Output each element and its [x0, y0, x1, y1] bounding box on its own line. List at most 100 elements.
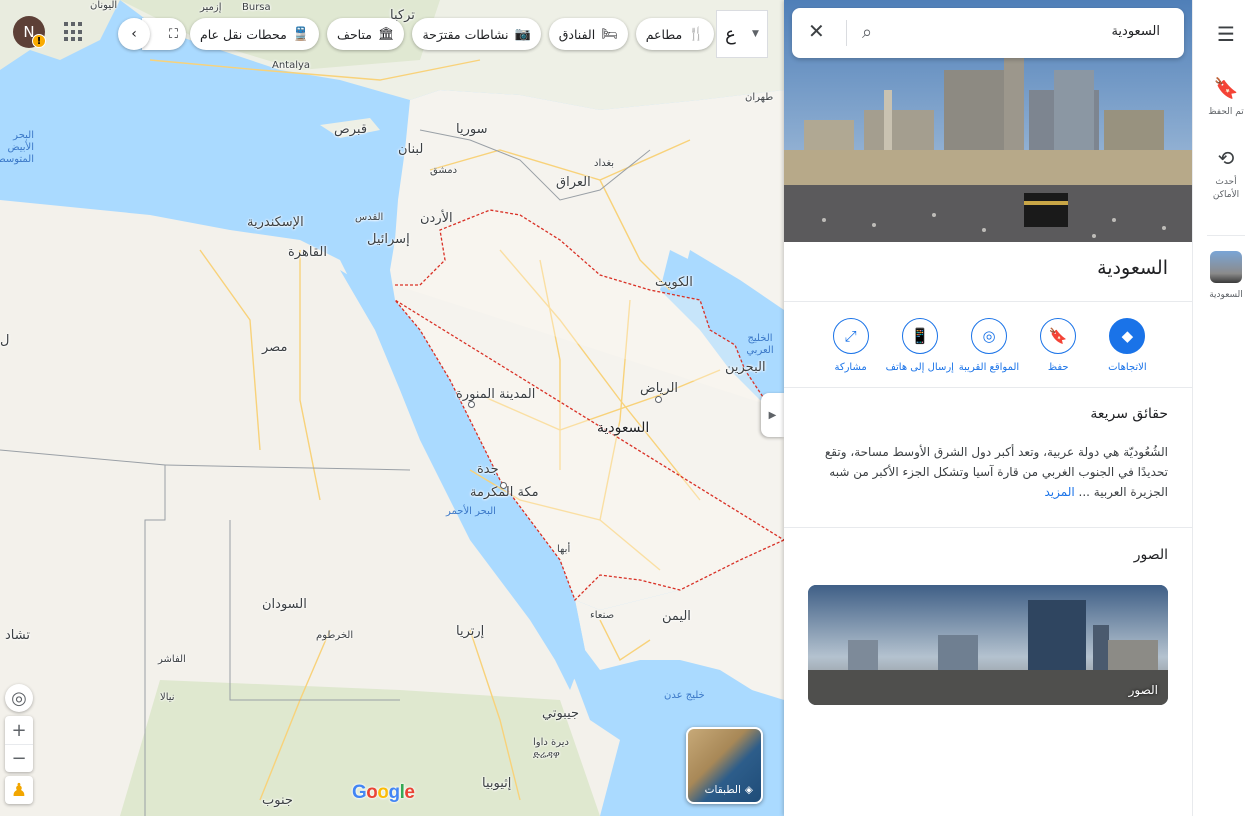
map-label-red-sea: البحر الأحمر [446, 506, 496, 517]
photos-title: الصور [1133, 547, 1168, 563]
museum-icon: 🏛 [377, 26, 395, 42]
action-label: مشاركة [834, 362, 867, 373]
rail-saved-label: تم الحفظ [1208, 107, 1244, 117]
google-logo: Google [352, 782, 415, 803]
rail-divider [1207, 235, 1245, 236]
save-button[interactable]: 🔖 حفظ [1024, 318, 1093, 373]
photo-illustration [808, 585, 1168, 705]
map-label-dire-dawa: ديرة داوا [533, 737, 570, 748]
map-label-dire-dawa-2: ድሬዳዋ [533, 750, 560, 761]
hotel-icon: 🛏 [601, 26, 618, 42]
map-label-med-sea: البحر الأبيض المتوسط [0, 130, 34, 165]
layers-text: الطبقات [704, 784, 741, 796]
bookmark-icon: 🔖 [1213, 76, 1239, 100]
chip-label: نشاطات مقترَحة [422, 26, 509, 42]
search-icon[interactable]: ⌕ [862, 22, 872, 43]
map-label-jeddah: جدة [477, 462, 499, 477]
map-label-damascus: دمشق [430, 165, 458, 176]
chip-label: محطات نقل عام [200, 26, 287, 42]
rail-recent-place[interactable]: السعودية [1193, 251, 1258, 302]
phone-icon: 📱 [901, 318, 938, 354]
triangle-right-icon: ▶ [768, 409, 777, 421]
divider [784, 301, 1192, 302]
menu-button[interactable]: ☰ [1193, 22, 1258, 46]
map-label-baghdad: بغداد [594, 158, 615, 169]
hamburger-menu-icon: ☰ [1217, 22, 1235, 46]
rail-recent[interactable]: ⟲ أحدث الأماكن [1193, 146, 1258, 202]
chip-scroll-button[interactable]: ‹ [118, 18, 150, 50]
map-label-israel: إسرائيل [367, 232, 410, 247]
category-chips: 🍴 مطاعم 🛏 الفنادق 📷 نشاطات مقترَحة 🏛 متا… [190, 18, 715, 50]
share-button[interactable]: ⤢ مشاركة [816, 318, 885, 373]
map-label-ethiopia: إثيوبيا [482, 776, 512, 791]
map-label-iraq: العراق [556, 175, 591, 190]
layers-button[interactable]: ◈ الطبقات [686, 727, 763, 804]
map-label-abha: أبها [557, 544, 571, 555]
action-label: المواقع القريبة [958, 362, 1020, 373]
city-dot [655, 396, 662, 403]
nearby-button[interactable]: ◎ المواقع القريبة [954, 318, 1023, 373]
zoom-controls: + − [5, 716, 33, 772]
quick-facts-more-link[interactable]: المزيد [1045, 485, 1075, 499]
map-label-alexandria: الإسكندرية [247, 215, 304, 230]
chip-label: مطاعم [645, 26, 683, 42]
map-label-libya-partial: ل [0, 333, 10, 348]
divider [784, 527, 1192, 528]
map-label-izmir: إزمير [200, 2, 222, 13]
side-rail: ☰ 🔖 تم الحفظ ⟲ أحدث الأماكن السعودية [1192, 0, 1258, 816]
my-location-button[interactable]: ◎ [5, 684, 33, 712]
map-canvas[interactable]: السعودية الرياض المدينة المنورة مكة المك… [0, 0, 784, 816]
train-icon: 🚆 [292, 26, 310, 42]
layers-icon: ◈ [744, 784, 753, 796]
chip-transit[interactable]: 🚆 محطات نقل عام [190, 18, 320, 50]
divider [784, 387, 1192, 388]
camera-icon: 📷 [514, 26, 531, 42]
apps-grid-icon[interactable] [64, 22, 84, 42]
ticket-icon: ⛶ [168, 26, 178, 42]
zoom-out-button[interactable]: − [5, 744, 33, 772]
chip-restaurants[interactable]: 🍴 مطاعم [635, 18, 715, 50]
photo-thumbnail[interactable]: الصور [808, 585, 1168, 705]
chevron-left-icon: ‹ [131, 26, 137, 42]
collapse-panel-button[interactable]: ▶ [761, 393, 784, 437]
history-icon: ⟲ [1217, 146, 1235, 170]
map-label-greece: اليونان [90, 0, 118, 11]
map-label-riyadh: الرياض [640, 381, 679, 396]
map-label-bursa: Bursa [242, 2, 271, 13]
directions-icon: ◆ [1109, 318, 1146, 354]
chip-label: الفنادق [558, 26, 596, 42]
pegman-button[interactable]: ♟ [5, 776, 33, 804]
nearby-icon: ◎ [971, 318, 1007, 354]
map-label-khartoum: الخرطوم [316, 630, 354, 641]
chip-label: متاحف [337, 26, 372, 42]
photo-label: الصور [1128, 683, 1158, 697]
map-label-gulf-aden: خليج عدن [664, 690, 705, 701]
map-label-cyprus: قبرص [334, 122, 368, 137]
search-input[interactable]: السعودية [1111, 24, 1160, 39]
directions-button[interactable]: ◆ الاتجاهات [1093, 318, 1162, 373]
map-label-bahrain: البحرين [725, 360, 766, 375]
place-thumbnail [1210, 251, 1242, 283]
chip-hotels[interactable]: 🛏 الفنادق [548, 18, 628, 50]
chip-museums[interactable]: 🏛 متاحف [327, 18, 405, 50]
send-to-phone-button[interactable]: 📱 إرسال إلى هاتف [885, 318, 954, 373]
quick-facts-body: الشُعُوديّة هي دولة عربية، وتعد أكبر دول… [824, 445, 1168, 499]
map-label-eritrea: إرتريا [456, 624, 485, 639]
close-icon[interactable]: ✕ [808, 19, 825, 43]
quick-facts-text: الشُعُوديّة هي دولة عربية، وتعد أكبر دول… [808, 442, 1168, 502]
rail-saved[interactable]: 🔖 تم الحفظ [1193, 76, 1258, 119]
chip-things-to-do[interactable]: 📷 نشاطات مقترَحة [412, 18, 541, 50]
city-dot [500, 482, 507, 489]
map-label-syria: سوريا [456, 122, 488, 137]
place-title: السعودية [1097, 257, 1168, 279]
dropdown-arrow-icon: ▼ [751, 29, 759, 39]
map-label-jordan: الأردن [420, 211, 453, 226]
zoom-in-button[interactable]: + [11, 716, 26, 744]
map-label-madinah: المدينة المنورة [456, 387, 536, 402]
action-label: إرسال إلى هاتف [885, 362, 954, 373]
input-language-key: ع [725, 23, 736, 45]
bookmark-icon: 🔖 [1040, 318, 1077, 354]
share-icon: ⤢ [832, 318, 869, 354]
input-tools-toggle[interactable]: ع ▼ [716, 10, 768, 58]
action-label: الاتجاهات [1108, 362, 1147, 373]
